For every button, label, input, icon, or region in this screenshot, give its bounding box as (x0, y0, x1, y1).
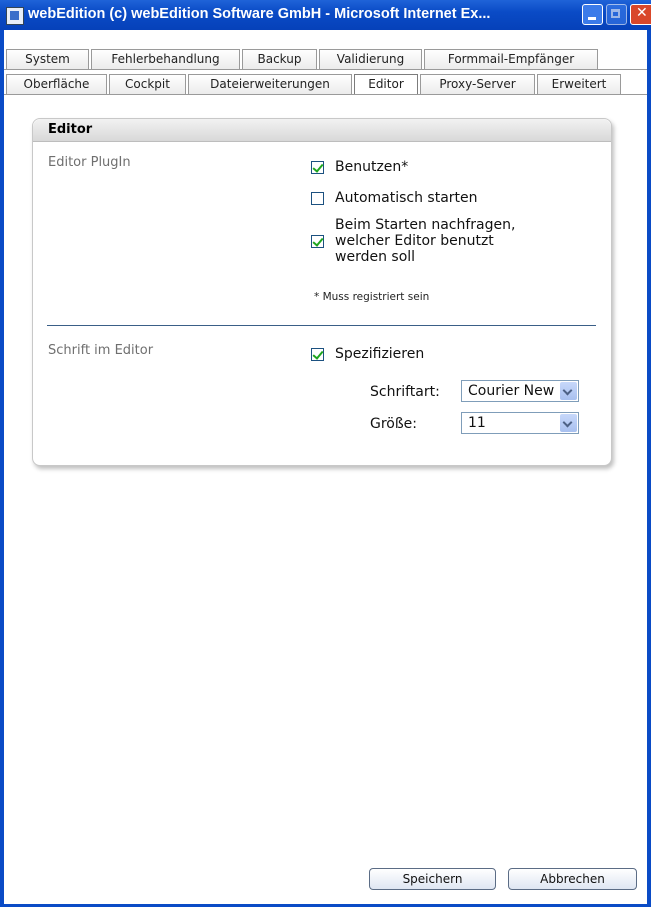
tab-fehlerbehandlung[interactable]: Fehlerbehandlung (91, 49, 240, 69)
tab-editor[interactable]: Editor (354, 74, 418, 94)
panel-header: Editor (33, 119, 611, 142)
tab-proxy-server[interactable]: Proxy-Server (420, 74, 535, 94)
registration-note: * Muss registriert sein (314, 291, 430, 303)
autostart-checkbox[interactable] (311, 192, 324, 205)
tab-backup[interactable]: Backup (242, 49, 317, 69)
maximize-icon[interactable] (606, 4, 627, 25)
panel-title: Editor (48, 122, 93, 137)
use-plugin-checkbox[interactable] (311, 161, 324, 174)
chevron-down-icon[interactable] (560, 382, 577, 400)
tab-row-2-baseline (4, 94, 647, 95)
tab-row-1-baseline (4, 69, 647, 70)
size-select[interactable]: 11 (461, 412, 579, 434)
window-titlebar[interactable]: webEdition (c) webEdition Software GmbH … (0, 0, 651, 30)
save-button[interactable]: Speichern (369, 868, 496, 890)
window-frame-right (647, 30, 651, 907)
tab-oberflaeche[interactable]: Oberfläche (6, 74, 107, 94)
tab-system[interactable]: System (6, 49, 89, 69)
cancel-button[interactable]: Abbrechen (508, 868, 637, 890)
minimize-icon[interactable] (582, 4, 603, 25)
window-frame-left (0, 30, 4, 907)
tab-validierung[interactable]: Validierung (319, 49, 422, 69)
size-value: 11 (468, 415, 486, 431)
use-plugin-label: Benutzen* (335, 159, 409, 175)
tab-dateierweiterungen[interactable]: Dateierweiterungen (188, 74, 352, 94)
ask-editor-label: Beim Starten nachfragen, welcher Editor … (335, 217, 515, 265)
editor-font-label: Schrift im Editor (48, 343, 154, 358)
editor-settings-panel: Editor Editor PlugIn Benutzen* Automatis… (32, 118, 612, 466)
tab-erweitert[interactable]: Erweitert (537, 74, 621, 94)
specify-font-checkbox[interactable] (311, 348, 324, 361)
ask-editor-line-3: werden soll (335, 249, 416, 265)
window-title: webEdition (c) webEdition Software GmbH … (28, 6, 491, 22)
fontface-value: Courier New (468, 383, 555, 399)
size-label: Größe: (370, 416, 418, 432)
specify-font-label: Spezifizieren (335, 346, 425, 362)
ask-editor-line-2: welcher Editor benutzt (335, 233, 494, 249)
fontface-label: Schriftart: (370, 384, 440, 400)
chevron-down-icon[interactable] (560, 414, 577, 432)
editor-plugin-label: Editor PlugIn (48, 155, 131, 170)
close-icon[interactable] (630, 4, 651, 25)
tab-cockpit[interactable]: Cockpit (109, 74, 186, 94)
autostart-label: Automatisch starten (335, 190, 478, 206)
fontface-select[interactable]: Courier New (461, 380, 579, 402)
ask-editor-checkbox[interactable] (311, 235, 324, 248)
tab-formmail-empfaenger[interactable]: Formmail-Empfänger (424, 49, 598, 69)
ie-page-icon (6, 7, 24, 25)
section-divider (47, 325, 596, 326)
ask-editor-line-1: Beim Starten nachfragen, (335, 217, 516, 233)
